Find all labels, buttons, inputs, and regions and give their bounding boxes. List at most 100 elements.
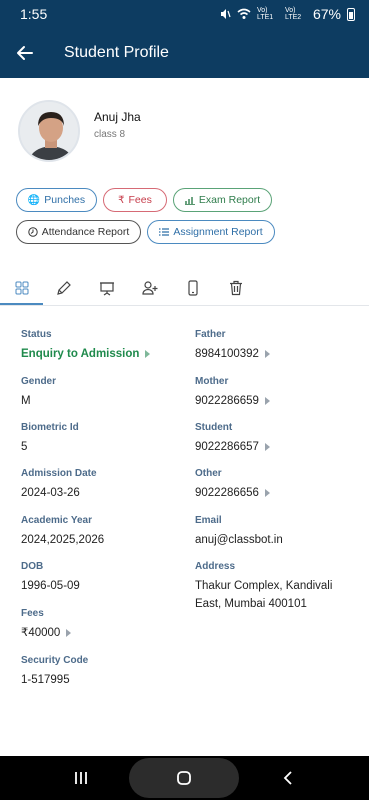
app-bar: Student Profile [0,28,369,78]
gender-label: Gender [21,376,57,387]
status-icons: Vo) LTE1 Vo) LTE2 67% [219,6,355,22]
exam-report-label: Exam Report [198,194,261,206]
biometric-id-field: Biometric Id 5 [21,422,79,456]
tab-phone[interactable] [179,276,207,300]
dob-field: DOB 1996-05-09 [21,561,80,595]
student-photo [20,102,78,160]
caret-right-icon [66,628,72,637]
student-field: Student 9022286657 [195,422,270,456]
dob-label: DOB [21,561,44,572]
caret-right-icon [264,488,270,497]
tab-add-user[interactable] [136,276,164,300]
grid-icon [15,281,29,295]
fees-label: Fees [21,608,44,619]
caret-right-icon [264,349,270,358]
status-field: Status Enquiry to Admission [21,329,151,363]
fees-value[interactable]: ₹40000 [21,624,72,642]
biometric-id-value: 5 [21,441,28,453]
father-field: Father 8984100392 [195,329,270,363]
arrow-left-icon [17,46,33,60]
student-class: class 8 [94,129,126,140]
email-value: anuj@classbot.in [195,534,283,546]
profile-header: Anuj Jha class 8 [18,100,141,162]
student-phone[interactable]: 9022286657 [195,438,270,456]
email-label: Email [195,515,222,526]
admission-date-value: 2024-03-26 [21,487,80,499]
back-chevron-icon [283,771,292,785]
dob-value: 1996-05-09 [21,580,80,592]
active-tab-indicator [0,303,43,305]
father-phone[interactable]: 8984100392 [195,345,270,363]
status-value[interactable]: Enquiry to Admission [21,345,151,363]
other-phone[interactable]: 9022286656 [195,484,270,502]
student-label: Student [195,422,233,433]
address-value: Thakur Complex, Kandivali East, Mumbai 4… [195,577,332,613]
academic-year-value: 2024,2025,2026 [21,534,105,546]
assignment-report-label: Assignment Report [173,226,263,238]
status-time: 1:55 [20,6,48,22]
biometric-id-label: Biometric Id [21,422,79,433]
home-icon [177,771,191,785]
fees-label: Fees [128,194,152,206]
punches-chip[interactable]: 🌐 Punches [16,188,97,212]
recents-icon [75,772,87,784]
fees-field: Fees ₹40000 [21,608,72,642]
assignment-report-chip[interactable]: Assignment Report [147,220,275,244]
address-field: Address Thakur Complex, Kandivali East, … [195,561,332,613]
home-button[interactable] [129,758,239,798]
academic-year-label: Academic Year [21,515,92,526]
address-line-1: Thakur Complex, Kandivali [195,580,333,592]
report-chips-row-1: 🌐 Punches ₹ Fees Exam Report [16,188,272,212]
mother-label: Mother [195,376,229,387]
mute-icon [220,9,231,19]
tab-delete[interactable] [222,276,250,300]
trash-icon [230,280,242,296]
presentation-icon [100,282,114,296]
network-1-label: Vo) LTE1 [256,7,274,21]
fees-chip[interactable]: ₹ Fees [103,188,167,212]
recents-button[interactable] [66,768,96,788]
network-2-label: Vo) LTE2 [284,7,302,21]
academic-year-field: Academic Year 2024,2025,2026 [21,515,104,549]
exam-report-chip[interactable]: Exam Report [173,188,272,212]
tab-overview[interactable] [8,276,36,300]
mother-phone[interactable]: 9022286659 [195,392,270,410]
wifi-icon [237,8,251,19]
other-label: Other [195,468,222,479]
profile-tabs [0,270,369,306]
back-nav-button[interactable] [276,768,300,788]
attendance-report-label: Attendance Report [41,226,130,238]
address-label: Address [195,561,236,572]
admission-date-field: Admission Date 2024-03-26 [21,468,97,502]
address-line-2: East, Mumbai 400101 [195,598,307,610]
add-user-icon [141,281,157,295]
rupee-icon: ₹ [118,194,125,206]
email-field: Email anuj@classbot.in [195,515,283,549]
avatar[interactable] [18,100,80,162]
mother-field: Mother 9022286659 [195,376,270,410]
status-label: Status [21,329,52,340]
battery-percent: 67% [312,6,341,22]
phone-icon [188,280,198,296]
globe-icon: 🌐 [27,194,41,206]
list-icon [159,228,170,236]
report-chips-row-2: Attendance Report Assignment Report [16,220,275,244]
security-code-value: 1-517995 [21,674,70,686]
gender-field: Gender M [21,376,56,410]
punches-label: Punches [44,194,86,206]
clock-icon [28,227,38,237]
system-nav-bar [0,756,369,800]
tab-edit[interactable] [50,276,78,300]
battery-icon [347,7,355,21]
security-code-label: Security Code [21,655,89,666]
caret-right-icon [264,396,270,405]
tab-presentation[interactable] [93,276,121,300]
back-button[interactable] [0,28,50,78]
security-code-field: Security Code 1-517995 [21,655,88,689]
admission-date-label: Admission Date [21,468,97,479]
student-name: Anuj Jha [94,110,141,124]
attendance-report-chip[interactable]: Attendance Report [16,220,141,244]
caret-right-icon [264,442,270,451]
page-title: Student Profile [64,44,169,61]
pencil-icon [57,281,71,295]
